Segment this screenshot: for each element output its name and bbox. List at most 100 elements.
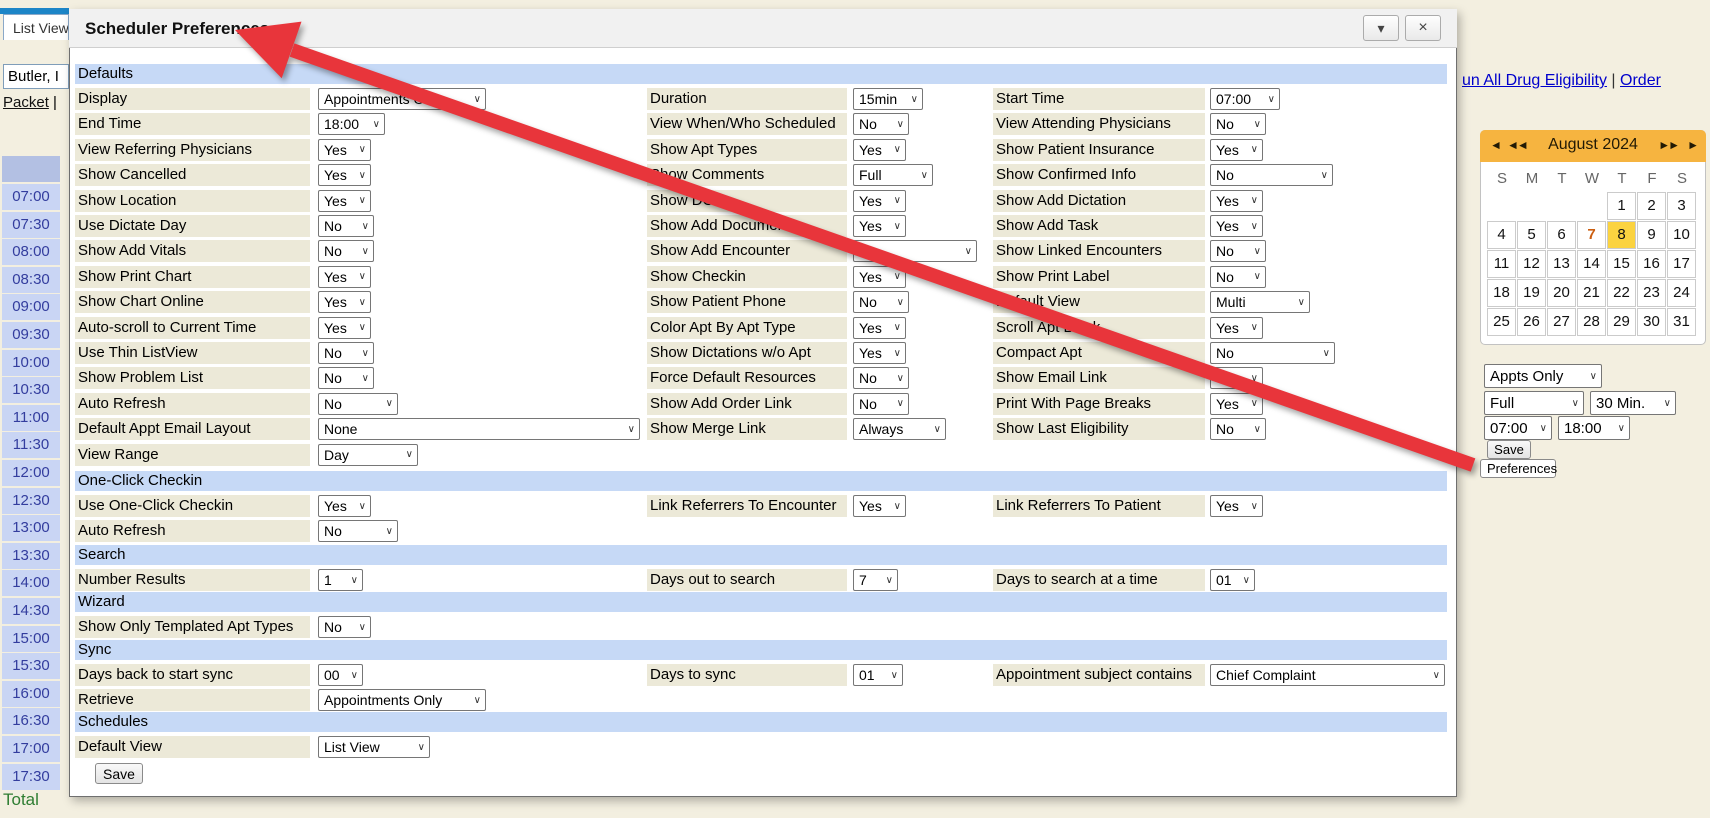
time-slot-1500[interactable]: 15:00 (2, 626, 60, 653)
display-select[interactable]: Appointments Only∨ (318, 88, 486, 110)
calendar-day-8[interactable]: 8 (1607, 221, 1636, 249)
calendar-day-29[interactable]: 29 (1607, 308, 1636, 336)
dialog-close-button[interactable]: × (1405, 15, 1441, 41)
time-slot-1200[interactable]: 12:00 (2, 460, 60, 487)
time-slot-1030[interactable]: 10:30 (2, 377, 60, 404)
show-patient-phone-select[interactable]: No∨ (853, 291, 909, 313)
number-results-select[interactable]: 1∨ (318, 569, 363, 591)
time-slot-1330[interactable]: 13:30 (2, 543, 60, 570)
show-checkin-select[interactable]: Yes∨ (853, 266, 906, 288)
show-print-label-select[interactable]: No∨ (1210, 266, 1266, 288)
side-save-button[interactable]: Save (1487, 440, 1531, 459)
dialog-menu-button[interactable]: ▾ (1363, 15, 1399, 41)
calendar-day-31[interactable]: 31 (1667, 308, 1696, 336)
preferences-button[interactable]: Preferences (1480, 459, 1556, 478)
show-apt-types-select[interactable]: Yes∨ (853, 139, 906, 161)
calendar-day-15[interactable]: 15 (1607, 250, 1636, 278)
time-slot-0900[interactable]: 09:00 (2, 294, 60, 321)
calendar-day-1[interactable]: 1 (1607, 192, 1636, 220)
calendar-day-23[interactable]: 23 (1637, 279, 1666, 307)
days-to-search-at-a-time-select[interactable]: 01∨ (1210, 569, 1255, 591)
calendar-day-25[interactable]: 25 (1487, 308, 1516, 336)
calendar-day-18[interactable]: 18 (1487, 279, 1516, 307)
default-view-select[interactable]: List View∨ (318, 736, 430, 758)
view-when-who-scheduled-select[interactable]: No∨ (853, 113, 909, 135)
calendar-day-2[interactable]: 2 (1637, 192, 1666, 220)
time-slot-0830[interactable]: 08:30 (2, 267, 60, 294)
show-linked-encounters-select[interactable]: No∨ (1210, 240, 1266, 262)
auto-refresh-select[interactable]: No∨ (318, 520, 398, 542)
link-referrers-to-encounter-select[interactable]: Yes∨ (853, 495, 906, 517)
view-attending-physicians-select[interactable]: No∨ (1210, 113, 1266, 135)
show-patient-insurance-select[interactable]: Yes∨ (1210, 139, 1263, 161)
calendar-day-14[interactable]: 14 (1577, 250, 1606, 278)
use-dictate-day-select[interactable]: No∨ (318, 215, 374, 237)
show-add-order-link-select[interactable]: No∨ (853, 393, 909, 415)
calendar-day-20[interactable]: 20 (1547, 279, 1576, 307)
time-slot-1400[interactable]: 14:00 (2, 570, 60, 597)
show-confirmed-info-select[interactable]: No∨ (1210, 164, 1333, 186)
auto-refresh-select[interactable]: No∨ (318, 393, 398, 415)
packet-link[interactable]: Packet (3, 94, 49, 111)
time-slot-0700[interactable]: 07:00 (2, 184, 60, 211)
view-range-select[interactable]: Day∨ (318, 444, 418, 466)
calendar-day-24[interactable]: 24 (1667, 279, 1696, 307)
force-default-resources-select[interactable]: No∨ (853, 367, 909, 389)
show-location-select[interactable]: Yes∨ (318, 190, 371, 212)
appointment-subject-contains-select[interactable]: Chief Complaint∨ (1210, 664, 1445, 686)
default-view-select[interactable]: Multi∨ (1210, 291, 1310, 313)
use-thin-listview-select[interactable]: No∨ (318, 342, 374, 364)
calendar-day-16[interactable]: 16 (1637, 250, 1666, 278)
show-cancelled-select[interactable]: Yes∨ (318, 164, 371, 186)
calendar-day-3[interactable]: 3 (1667, 192, 1696, 220)
show-add-vitals-select[interactable]: No∨ (318, 240, 374, 262)
start-time-select[interactable]: 07:00∨ (1484, 416, 1552, 440)
show-add-encounter-select[interactable]: No∨ (853, 240, 977, 262)
patient-name-box[interactable]: Butler, I (3, 64, 69, 89)
calendar-day-19[interactable]: 19 (1517, 279, 1546, 307)
run-all-drug-eligibility-link[interactable]: un All Drug Eligibility (1462, 72, 1607, 89)
calendar-day-30[interactable]: 30 (1637, 308, 1666, 336)
compact-apt-select[interactable]: No∨ (1210, 342, 1335, 364)
end-time-select[interactable]: 18:00∨ (1558, 416, 1630, 440)
calendar-day-9[interactable]: 9 (1637, 221, 1666, 249)
end-time-select[interactable]: 18:00∨ (318, 113, 385, 135)
time-slot-1630[interactable]: 16:30 (2, 708, 60, 735)
calendar-day-6[interactable]: 6 (1547, 221, 1576, 249)
use-one-click-checkin-select[interactable]: Yes∨ (318, 495, 371, 517)
calendar-day-28[interactable]: 28 (1577, 308, 1606, 336)
calendar-day-22[interactable]: 22 (1607, 279, 1636, 307)
interval-select[interactable]: 30 Min.∨ (1590, 391, 1676, 415)
calendar-day-12[interactable]: 12 (1517, 250, 1546, 278)
time-slot-1130[interactable]: 11:30 (2, 432, 60, 459)
time-slot-1530[interactable]: 15:30 (2, 653, 60, 680)
show-add-dictation-select[interactable]: Yes∨ (1210, 190, 1263, 212)
calendar-next-day-icon[interactable]: ► (1687, 138, 1697, 152)
show-add-task-select[interactable]: Yes∨ (1210, 215, 1263, 237)
time-slot-0730[interactable]: 07:30 (2, 212, 60, 239)
calendar-day-11[interactable]: 11 (1487, 250, 1516, 278)
show-print-chart-select[interactable]: Yes∨ (318, 266, 371, 288)
color-apt-by-apt-type-select[interactable]: Yes∨ (853, 317, 906, 339)
time-slot-1230[interactable]: 12:30 (2, 488, 60, 515)
time-slot-0930[interactable]: 09:30 (2, 322, 60, 349)
link-referrers-to-patient-select[interactable]: Yes∨ (1210, 495, 1263, 517)
calendar-day-5[interactable]: 5 (1517, 221, 1546, 249)
time-slot-1700[interactable]: 17:00 (2, 736, 60, 763)
days-back-to-start-sync-select[interactable]: 00∨ (318, 664, 363, 686)
appts-only-select[interactable]: Appts Only∨ (1484, 364, 1602, 388)
auto-scroll-to-current-time-select[interactable]: Yes∨ (318, 317, 371, 339)
show-dob-select[interactable]: Yes∨ (853, 190, 906, 212)
calendar-day-26[interactable]: 26 (1517, 308, 1546, 336)
time-slot-1000[interactable]: 10:00 (2, 350, 60, 377)
tab-list-view[interactable]: List View (3, 14, 69, 40)
show-problem-list-select[interactable]: No∨ (318, 367, 374, 389)
show-add-document-select[interactable]: Yes∨ (853, 215, 906, 237)
time-slot-1730[interactable]: 17:30 (2, 764, 60, 791)
calendar-next-month-icon[interactable]: ►► (1658, 138, 1678, 152)
print-with-page-breaks-select[interactable]: Yes∨ (1210, 393, 1263, 415)
days-out-to-search-select[interactable]: 7∨ (853, 569, 898, 591)
days-to-sync-select[interactable]: 01∨ (853, 664, 903, 686)
calendar-day-21[interactable]: 21 (1577, 279, 1606, 307)
time-slot-1430[interactable]: 14:30 (2, 598, 60, 625)
